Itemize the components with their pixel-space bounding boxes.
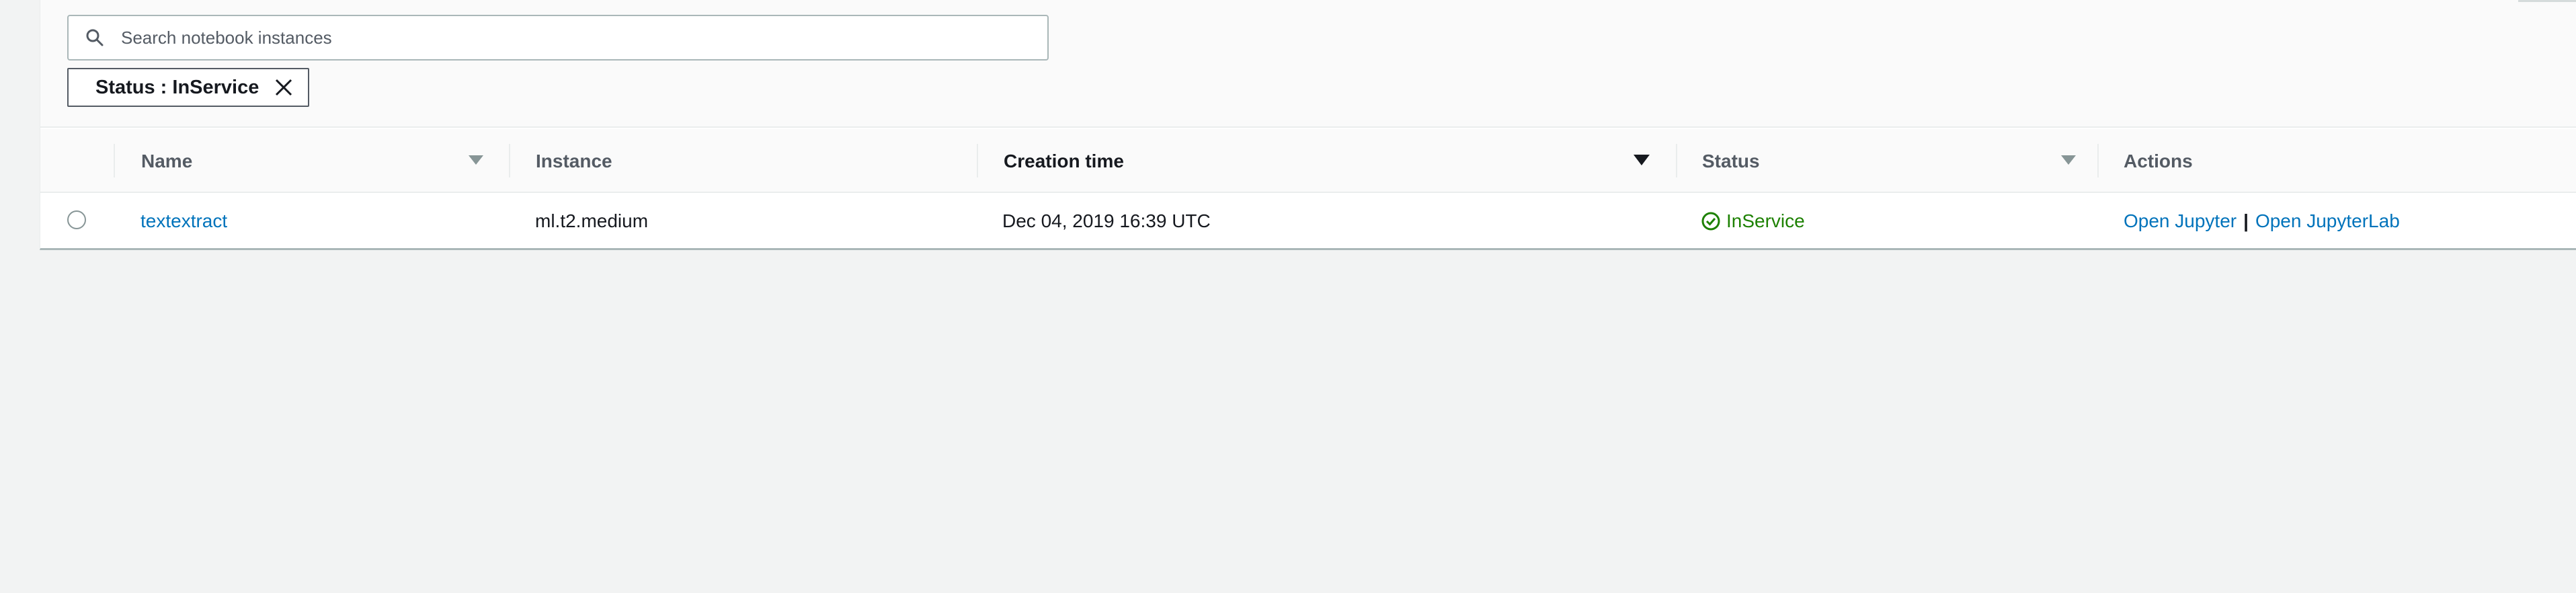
- column-header-name[interactable]: Name: [141, 129, 192, 193]
- status-cell: InService: [1701, 194, 1805, 248]
- column-divider: [2097, 144, 2099, 177]
- column-divider: [1676, 144, 1677, 177]
- filter-bar: Status : InService: [40, 0, 2576, 128]
- creation-time: Dec 04, 2019 16:39 UTC: [1002, 210, 1211, 231]
- column-header-actions: Actions: [2124, 150, 2193, 171]
- instance-name-link: textextract: [140, 194, 227, 248]
- divider: [2518, 0, 2576, 2]
- instance-type: ml.t2.medium: [535, 210, 649, 231]
- caret-down-icon[interactable]: [1632, 151, 1652, 171]
- column-divider: [977, 144, 978, 177]
- search-input[interactable]: [121, 17, 995, 58]
- caret-down-icon[interactable]: [466, 151, 486, 171]
- action-separator: |: [2243, 210, 2249, 231]
- column-header-status[interactable]: Status: [1702, 129, 1760, 193]
- actions-cell: Open Jupyter | Open JupyterLab: [2124, 194, 2400, 248]
- table-row[interactable]: textextract ml.t2.medium Dec 04, 2019 16…: [40, 194, 2576, 248]
- row-select-radio[interactable]: [67, 210, 86, 229]
- column-divider: [509, 144, 510, 177]
- column-header-instance[interactable]: Instance: [536, 129, 612, 193]
- instance-name-link[interactable]: textextract: [140, 210, 227, 232]
- column-divider: [114, 144, 115, 177]
- close-icon[interactable]: [272, 76, 295, 99]
- filter-token-label: Status : InService: [95, 76, 259, 98]
- caret-down-icon[interactable]: [2058, 151, 2079, 171]
- column-header-creation-time[interactable]: Creation time: [1004, 129, 1124, 193]
- open-jupyterlab-link[interactable]: Open JupyterLab: [2255, 210, 2400, 232]
- status-text: InService: [1726, 210, 1805, 231]
- search-icon: [85, 28, 105, 48]
- filter-token: Status : InService: [67, 68, 309, 107]
- table-header: Name Instance Creation time Status Actio…: [40, 129, 2576, 193]
- open-jupyter-link[interactable]: Open Jupyter: [2124, 210, 2237, 232]
- check-circle-icon: [1701, 211, 1721, 231]
- notebook-instances-panel: Status : InService Name Instance Creatio…: [40, 0, 2576, 250]
- search-box[interactable]: [67, 15, 1049, 61]
